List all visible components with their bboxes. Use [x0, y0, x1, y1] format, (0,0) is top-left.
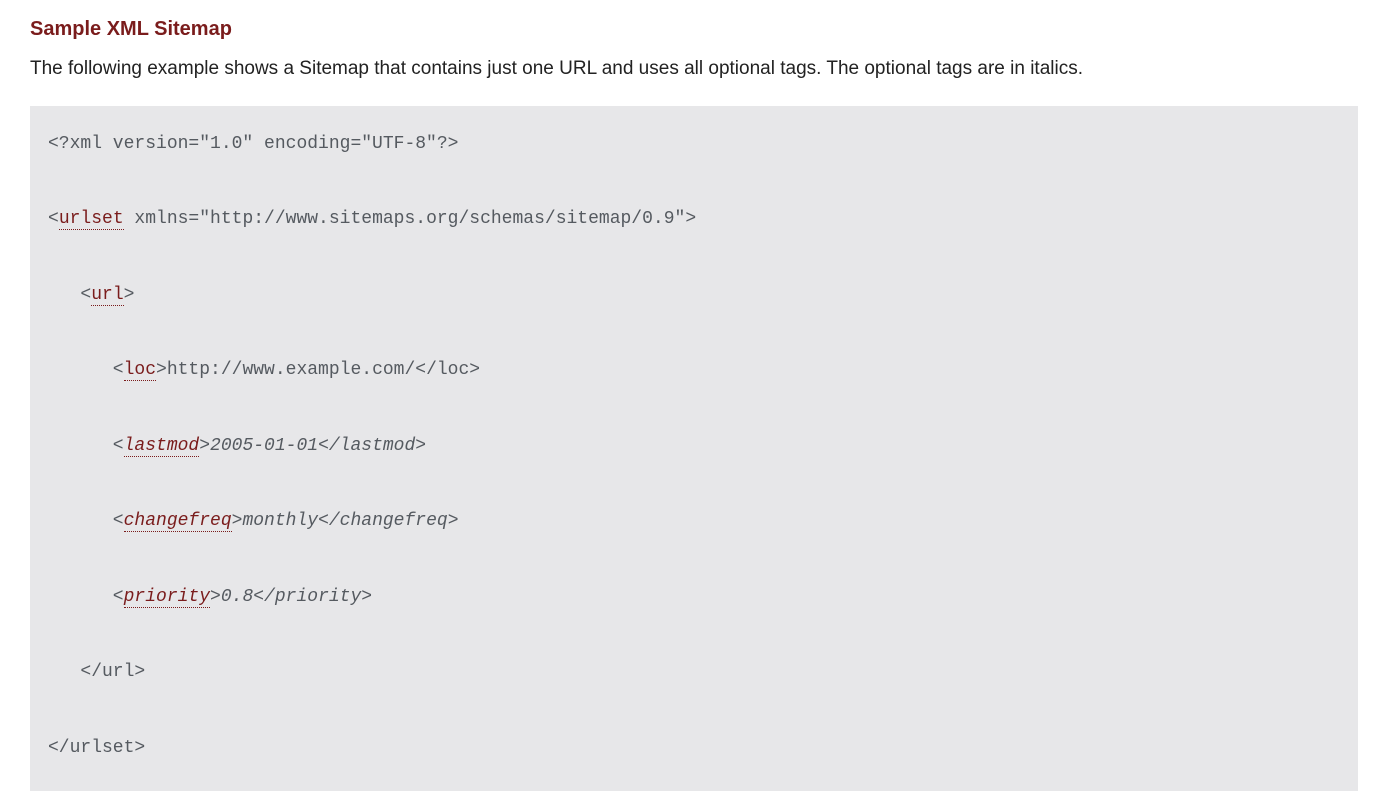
- code-line-loc: <loc>http://www.example.com/</loc>: [48, 360, 480, 381]
- code-blank-line: [48, 535, 1340, 560]
- code-line-priority: <priority>0.8</priority>: [48, 587, 372, 608]
- code-line-changefreq: <changefreq>monthly</changefreq>: [48, 511, 459, 532]
- priority-tag-link[interactable]: priority: [124, 587, 210, 608]
- urlset-tag-link[interactable]: urlset: [59, 209, 124, 230]
- code-blank-line: [48, 686, 1340, 711]
- code-blank-line: [48, 308, 1340, 333]
- code-line-url-open: <url>: [48, 285, 134, 306]
- code-blank-line: [48, 383, 1340, 408]
- code-line-xml-decl: <?xml version="1.0" encoding="UTF-8"?>: [48, 134, 458, 154]
- code-blank-line: [48, 232, 1340, 257]
- code-line-lastmod: <lastmod>2005-01-01</lastmod>: [48, 436, 426, 457]
- url-tag-link[interactable]: url: [91, 285, 123, 306]
- lastmod-tag-link[interactable]: lastmod: [124, 436, 200, 457]
- changefreq-tag-link[interactable]: changefreq: [124, 511, 232, 532]
- code-line-urlset-open: <urlset xmlns="http://www.sitemaps.org/s…: [48, 209, 696, 230]
- code-line-urlset-close: </urlset>: [48, 738, 156, 758]
- code-blank-line: [48, 459, 1340, 484]
- loc-tag-link[interactable]: loc: [124, 360, 156, 381]
- code-blank-line: [48, 610, 1340, 635]
- code-line-url-close: </url>: [48, 662, 145, 682]
- intro-paragraph: The following example shows a Sitemap th…: [30, 55, 1358, 84]
- section-heading: Sample XML Sitemap: [30, 18, 1358, 41]
- xml-code-sample: <?xml version="1.0" encoding="UTF-8"?> <…: [30, 106, 1358, 792]
- code-blank-line: [48, 157, 1340, 182]
